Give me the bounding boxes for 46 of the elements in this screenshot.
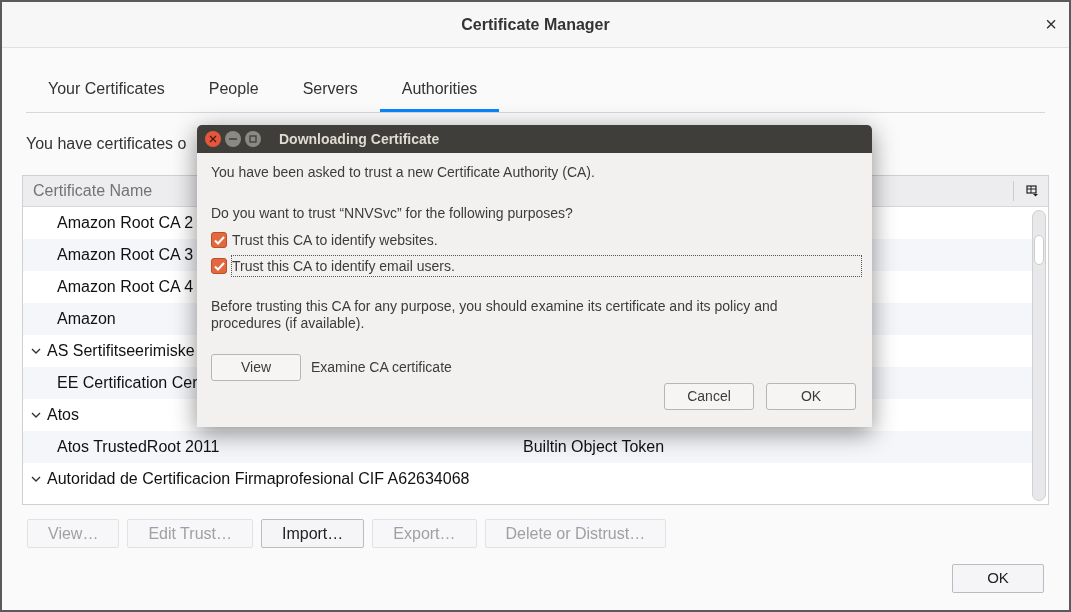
close-icon [209,135,217,143]
intro-text: You have certificates o [26,134,187,154]
dialog-button[interactable]: Cancel [664,383,754,410]
certificate-name: Amazon Root CA 3 [57,246,194,263]
tab[interactable]: Servers [280,68,380,112]
tab[interactable]: People [186,68,281,112]
view-button[interactable]: View [211,354,301,381]
dialog-title: Downloading Certificate [279,129,440,149]
view-hint: Examine CA certificate [311,358,452,377]
minimize-icon [229,138,237,140]
checkbox[interactable] [211,232,227,248]
dialog-question: Do you want to trust “NNVSvc” for the following purposes? [211,204,574,223]
ok-button[interactable]: OK [952,564,1044,593]
certificate-name: Amazon Root CA 2 [57,214,194,231]
certificate-name: Atos TrustedRoot 2011 [57,438,220,455]
tab[interactable]: Your Certificates [26,68,187,112]
minimize-button[interactable] [225,131,241,147]
column-picker-icon[interactable] [1026,185,1038,197]
group-name: AS Sertifitseerimiske [47,341,195,361]
certificate-name: Amazon Root CA 4 [57,278,194,295]
check-icon [213,261,225,271]
group-name: Atos [47,405,79,425]
checkbox-label[interactable]: Trust this CA to identify email users. [231,255,862,277]
close-button[interactable] [205,131,221,147]
security-device: Builtin Object Token [523,437,665,457]
column-header[interactable]: Certificate Name [33,179,153,203]
scrollbar[interactable] [1032,210,1046,501]
maximize-button[interactable] [245,131,261,147]
table-row[interactable]: Atos TrustedRoot 2011 Builtin Object Token [23,431,1032,463]
certificate-name: Amazon [57,310,116,327]
tab[interactable]: Authorities [379,68,500,112]
dialog-advice: Before trusting this CA for any purpose, you should examine its certificate and its policy and procedures (if available). [211,298,779,332]
chevron-icon[interactable] [31,475,41,483]
chevron-icon[interactable] [31,411,41,419]
close-button[interactable]: × [1045,14,1057,34]
dialog-message: You have been asked to trust a new Certificate Authority (CA). [211,163,596,182]
certificate-name: EE Certification Cer [57,374,198,391]
dialog-button[interactable]: OK [766,383,856,410]
action-button[interactable]: Import… [260,519,365,548]
check-icon [213,235,225,245]
checkbox-label[interactable]: Trust this CA to identify websites. [231,229,439,251]
checkbox[interactable] [211,258,227,274]
window-title: Certificate Manager [461,14,610,35]
maximize-icon [249,135,257,143]
chevron-icon[interactable] [31,347,41,355]
group-name: Autoridad de Certificacion Firmaprofesional CIF A62634068 [47,469,470,489]
